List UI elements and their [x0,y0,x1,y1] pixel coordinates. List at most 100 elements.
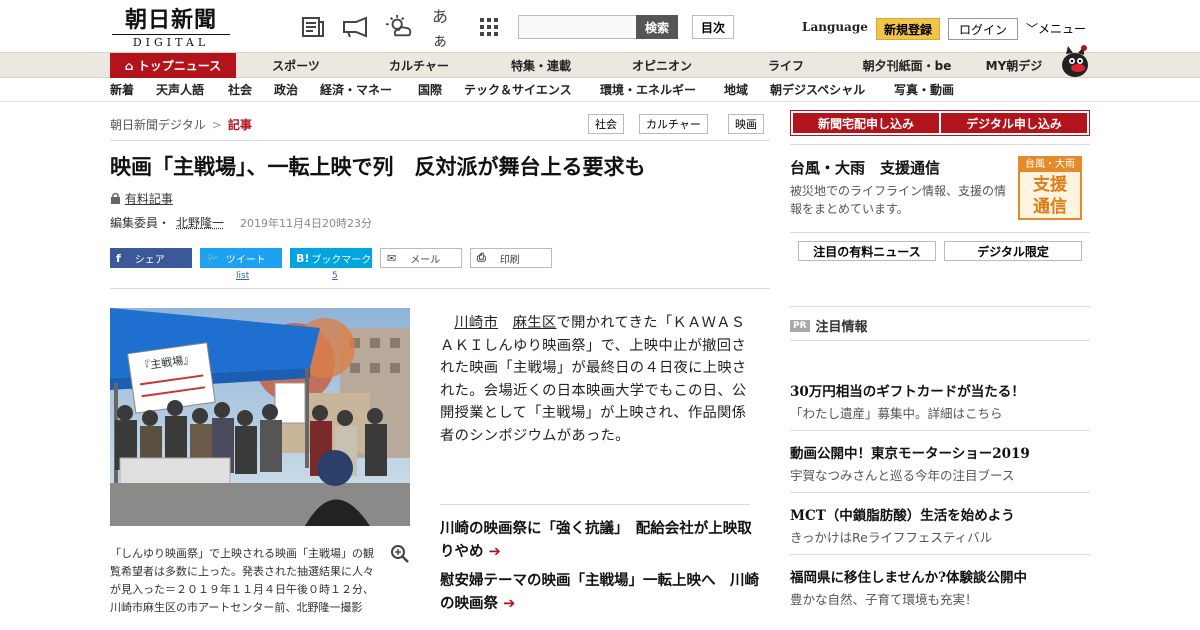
ad-title[interactable]: MCT（中鎖脂肪酸）生活を始めよう [790,504,1015,524]
mail-label: メール [410,254,441,266]
subscribe-digital-button[interactable]: デジタル申し込み [941,113,1087,133]
newspaper-icon[interactable] [300,14,326,40]
ad-sub[interactable]: きっかけはReライフフェスティバル [790,527,992,546]
ad-sub[interactable]: 「わたし遺産」募集中。詳細はこちら [790,403,1003,422]
link-kawasaki[interactable]: 川崎市 [454,315,498,331]
tag-society[interactable]: 社会 [588,114,624,134]
nav-life[interactable]: ライフ [724,53,848,79]
search-input[interactable] [518,15,638,39]
mail-icon: ✉ [387,251,397,265]
language-link[interactable]: Language [802,20,868,34]
primary-nav: ⌂ トップニュース スポーツ カルチャー 特集・連載 オピニオン ライフ 朝夕刊… [0,52,1200,79]
body-text: で開かれてきた「ＫＡＷＡＳＡＫＩしんゆり映画祭」で、上映中止が撤回された映画「主… [440,315,747,444]
nav-special[interactable]: 朝デジスペシャル [770,78,865,102]
paid-article-label[interactable]: 有料記事 [110,190,173,207]
ad-title[interactable]: 動画公開中！東京モーターショー2019 [790,442,1030,462]
article-headline: 映画「主戦場」、一転上映で列 反対派が舞台上る要求も [110,155,646,179]
related-link-2[interactable]: 慰安婦テーマの映画「主戦場」一転上映へ 川崎の映画祭 ➔ [440,570,760,616]
nav-region[interactable]: 地域 [724,78,748,102]
nav-international[interactable]: 国際 [418,78,442,102]
mokuji-button[interactable]: 目次 [692,15,734,39]
lock-icon [110,192,125,206]
author-link[interactable]: 北野隆一 [176,216,224,230]
typhoon-title[interactable]: 台風・大雨 支援通信 [790,157,940,178]
facebook-label: シェア [134,254,165,266]
breadcrumb-home[interactable]: 朝日新聞デジタル [110,118,206,132]
print-label: 印刷 [499,254,520,266]
facebook-icon: f [116,251,121,265]
twitter-label: ツイート [225,254,266,266]
asahi-logo[interactable]: 朝日新聞 DIGITAL [112,7,230,49]
related-link-1[interactable]: 川崎の映画祭に「強く抗議」 配給会社が上映取りやめ ➔ [440,518,760,564]
grid-icon[interactable] [476,14,502,40]
subscribe-paper-button[interactable]: 新聞宅配申し込み [793,113,939,133]
divider [790,554,1090,555]
twitter-count[interactable]: list [236,271,249,281]
byline-role: 編集委員・ [110,216,171,230]
ad-sub[interactable]: 豊かな自然、子育て環境も充実！ [790,589,978,608]
ad-sub[interactable]: 宇賀なつみさんと巡る今年の注目ブース [790,465,1014,484]
nav-my-asadigi[interactable]: MY朝デジ [966,53,1062,79]
nav-economy[interactable]: 経済・マネー [320,78,392,102]
breadcrumb: 朝日新聞デジタル > 記事 [110,116,252,133]
twitter-share-button[interactable]: 🐦 ツイート [200,248,282,268]
print-button[interactable]: ⎙ 印刷 [470,248,552,268]
logo-jp: 朝日新聞 [124,7,217,33]
login-button[interactable]: ログイン [948,18,1018,40]
register-button[interactable]: 新規登録 [876,18,940,40]
related-title: 川崎の映画祭に「強く抗議」 配給会社が上映取りやめ [440,521,752,560]
chevron-down-icon: ﹀ [1026,22,1039,36]
megaphone-icon[interactable] [342,14,368,40]
menu-button[interactable]: ﹀メニュー [1026,20,1086,37]
divider [790,430,1090,431]
article-body: 川崎市 麻生区で開かれてきた「ＫＡＷＡＳＡＫＩしんゆり映画祭」で、上映中止が撤回… [440,312,752,447]
divider [790,340,1090,341]
hatena-count[interactable]: 5 [332,271,338,281]
arrow-right-icon: ➔ [503,596,516,612]
nav-latest[interactable]: 新着 [110,78,134,102]
facebook-share-button[interactable]: f シェア [110,248,192,268]
hatena-bookmark-button[interactable]: B! ブックマーク [290,248,372,268]
nav-politics[interactable]: 政治 [274,78,298,102]
ad-title[interactable]: 30万円相当のギフトカードが当たる！ [790,380,1025,400]
nav-label: トップニュース [137,59,222,73]
nav-opinion[interactable]: オピニオン [600,53,724,79]
typhoon-badge[interactable]: 台風・大雨 支援通信 [1018,156,1082,220]
tag-movie[interactable]: 映画 [728,114,764,134]
pr-badge: PR [790,319,810,332]
byline: 編集委員・ 北野隆一 2019年11月4日20時23分 [110,214,372,231]
zoom-icon[interactable] [390,544,410,564]
typhoon-badge-main: 支援通信 [1033,175,1067,217]
nav-paper[interactable]: 朝夕刊紙面・be [848,53,966,79]
link-asao[interactable]: 麻生区 [513,315,557,331]
article-photo[interactable]: 『主戦場』 [110,308,410,526]
divider [440,504,750,505]
publish-date: 2019年11月4日20時23分 [240,217,373,230]
paid-news-button[interactable]: 注目の有料ニュース [798,241,936,261]
divider [790,232,1090,233]
mascot-icon[interactable] [1058,44,1092,78]
font-size-icon[interactable]: あぁ [432,7,462,50]
nav-sports[interactable]: スポーツ [236,53,356,79]
nav-environment[interactable]: 環境・エネルギー [600,78,696,102]
search-button[interactable]: 検索 [636,15,678,39]
divider [790,492,1090,493]
divider [790,144,1090,145]
nav-tech-science[interactable]: テック＆サイエンス [464,78,572,102]
ad-title[interactable]: 福岡県に移住しませんか?体験談公開中 [790,566,1027,586]
nav-features[interactable]: 特集・連載 [482,53,600,79]
logo-en: DIGITAL [112,34,230,49]
home-icon: ⌂ [124,59,138,73]
tag-culture[interactable]: カルチャー [639,114,708,134]
nav-photo-video[interactable]: 写真・動画 [894,78,954,102]
nav-culture[interactable]: カルチャー [356,53,482,79]
weather-icon[interactable] [386,14,412,40]
divider [110,288,770,289]
breadcrumb-current: 記事 [227,118,252,132]
digital-only-button[interactable]: デジタル限定 [944,241,1082,261]
nav-society[interactable]: 社会 [228,78,252,102]
nav-top-news[interactable]: ⌂ トップニュース [110,53,236,79]
nav-tenseijingo[interactable]: 天声人語 [156,78,204,102]
mail-button[interactable]: ✉ メール [380,248,462,268]
hatena-label: ブックマーク [311,254,372,266]
